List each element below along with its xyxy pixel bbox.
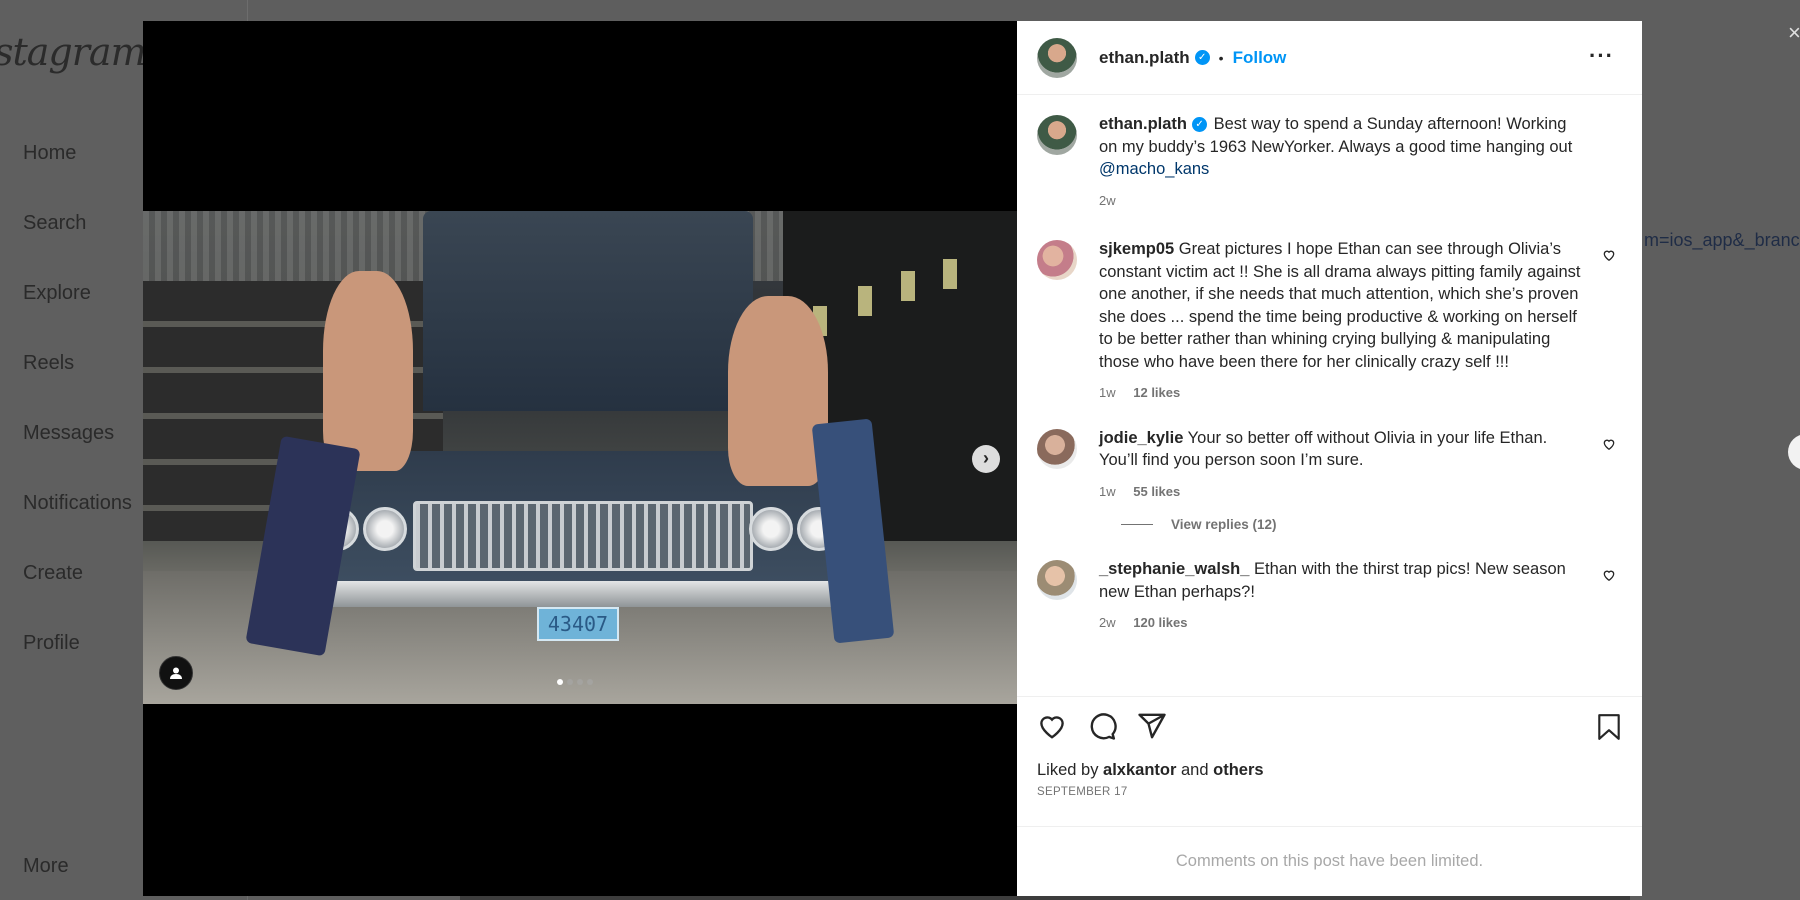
view-replies-label: View replies (12): [1171, 517, 1277, 532]
photo-car-grille: [413, 501, 753, 571]
nav-home: Home: [23, 142, 77, 164]
photo-license-plate: 43407: [537, 607, 619, 641]
post-actions: Liked by alxkantor and others SEPTEMBER …: [1017, 696, 1642, 826]
post-photo[interactable]: 43407: [143, 211, 1017, 704]
nav-reels: Reels: [23, 352, 75, 374]
commenter-avatar[interactable]: [1037, 560, 1077, 600]
comment-body: _stephanie_walsh_ Ethan with the thirst …: [1099, 558, 1589, 635]
post-date[interactable]: SEPTEMBER 17: [1037, 786, 1622, 798]
caption-mention-link[interactable]: @macho_kans: [1099, 160, 1209, 178]
comment-username[interactable]: _stephanie_walsh_: [1099, 560, 1249, 578]
comment-likes[interactable]: 55 likes: [1133, 484, 1180, 499]
follow-button[interactable]: Follow: [1233, 48, 1287, 68]
carousel-dot: [577, 679, 583, 685]
nav-profile: Profile: [23, 632, 80, 654]
carousel-dot: [567, 679, 573, 685]
post-modal: 43407 › ethan.plath ✓ • Follow ··· ethan…: [143, 21, 1642, 896]
carousel-dot: [557, 679, 563, 685]
verified-badge-icon: ✓: [1192, 117, 1208, 133]
author-avatar[interactable]: [1037, 37, 1077, 78]
photo-person-right: [728, 296, 828, 486]
nav-search: Search: [23, 212, 87, 234]
photo-headlight: [363, 507, 407, 551]
nav-explore: Explore: [23, 282, 91, 304]
comment-meta: 1w 55 likes: [1099, 481, 1589, 504]
save-bookmark-icon[interactable]: [1596, 713, 1622, 741]
caption-body: ethan.plath ✓ Best way to spend a Sunday …: [1099, 113, 1589, 212]
instagram-logo: stagram: [0, 30, 147, 74]
liked-by-prefix: Liked by: [1037, 761, 1104, 779]
view-replies-button[interactable]: View replies (12): [1121, 517, 1622, 532]
caption-time[interactable]: 2w: [1099, 193, 1116, 208]
liked-by-user-link[interactable]: alxkantor: [1103, 761, 1176, 779]
photo-window: [858, 286, 872, 316]
close-icon[interactable]: ×: [1788, 20, 1800, 46]
photo-car-bumper: [303, 581, 863, 607]
liked-by-others-link[interactable]: others: [1213, 761, 1263, 779]
like-heart-icon[interactable]: [1037, 711, 1067, 741]
comment-meta: 1w 12 likes: [1099, 382, 1589, 405]
action-icons-row: [1037, 711, 1622, 741]
background-next-post-button: [1788, 434, 1800, 470]
comments-limited-notice: Comments on this post have been limited.: [1017, 826, 1642, 896]
verified-badge-icon: ✓: [1194, 50, 1210, 65]
like-comment-heart-icon[interactable]: [1602, 437, 1616, 451]
carousel-dot: [587, 679, 593, 685]
user-tag-icon: [170, 667, 182, 679]
replies-divider: [1121, 524, 1153, 525]
photo-car-hood: [423, 211, 753, 411]
share-icon[interactable]: [1137, 711, 1167, 741]
comment-icon[interactable]: [1087, 711, 1117, 741]
like-comment-heart-icon[interactable]: [1602, 248, 1616, 262]
photo-window: [901, 271, 915, 301]
liked-by-text: Liked by alxkantor and others: [1037, 761, 1622, 780]
commenter-avatar[interactable]: [1037, 240, 1077, 280]
caption-username[interactable]: ethan.plath: [1099, 115, 1187, 133]
comment-time[interactable]: 1w: [1099, 385, 1116, 400]
comment-time[interactable]: 1w: [1099, 484, 1116, 499]
photo-window: [943, 259, 957, 289]
author-avatar[interactable]: [1037, 115, 1077, 155]
tagged-users-button[interactable]: [159, 656, 193, 690]
caption-meta: 2w: [1099, 190, 1589, 213]
comment-body: sjkemp05 Great pictures I hope Ethan can…: [1099, 238, 1589, 405]
liked-by-and: and: [1176, 761, 1214, 779]
comment-item: _stephanie_walsh_ Ethan with the thirst …: [1037, 558, 1622, 635]
comment-username[interactable]: sjkemp05: [1099, 240, 1174, 258]
background-url-text: m=ios_app&_branch: [1644, 230, 1800, 250]
comment-username[interactable]: jodie_kylie: [1099, 429, 1183, 447]
more-options-icon[interactable]: ···: [1589, 43, 1614, 69]
comment-likes[interactable]: 120 likes: [1133, 615, 1187, 630]
comment-body: jodie_kylie Your so better off without O…: [1099, 427, 1589, 504]
nav-notifications: Notifications: [23, 492, 132, 514]
comment-text: Great pictures I hope Ethan can see thro…: [1099, 240, 1581, 371]
post-media: 43407 ›: [143, 21, 1017, 896]
post-caption: ethan.plath ✓ Best way to spend a Sunday …: [1037, 113, 1622, 212]
header-separator: •: [1218, 49, 1224, 66]
commenter-avatar[interactable]: [1037, 428, 1077, 469]
comment-meta: 2w 120 likes: [1099, 612, 1589, 635]
chevron-right-icon: ›: [983, 448, 989, 468]
like-comment-heart-icon[interactable]: [1602, 568, 1616, 582]
comment-likes[interactable]: 12 likes: [1133, 385, 1180, 400]
author-username[interactable]: ethan.plath: [1099, 48, 1190, 68]
post-header: ethan.plath ✓ • Follow ···: [1017, 21, 1642, 95]
carousel-indicator: [557, 679, 593, 685]
nav-create: Create: [23, 562, 84, 584]
comment-item: sjkemp05 Great pictures I hope Ethan can…: [1037, 238, 1622, 405]
photo-person-left: [323, 271, 413, 471]
next-photo-button[interactable]: ›: [972, 445, 1000, 473]
photo-headlight: [749, 507, 793, 551]
post-details-panel: ethan.plath ✓ • Follow ··· ethan.plath ✓ …: [1017, 21, 1642, 896]
comment-item: jodie_kylie Your so better off without O…: [1037, 427, 1622, 504]
nav-messages: Messages: [23, 422, 115, 444]
nav-more: More: [23, 855, 69, 877]
comments-list[interactable]: ethan.plath ✓ Best way to spend a Sunday …: [1017, 95, 1642, 696]
comment-time[interactable]: 2w: [1099, 615, 1116, 630]
